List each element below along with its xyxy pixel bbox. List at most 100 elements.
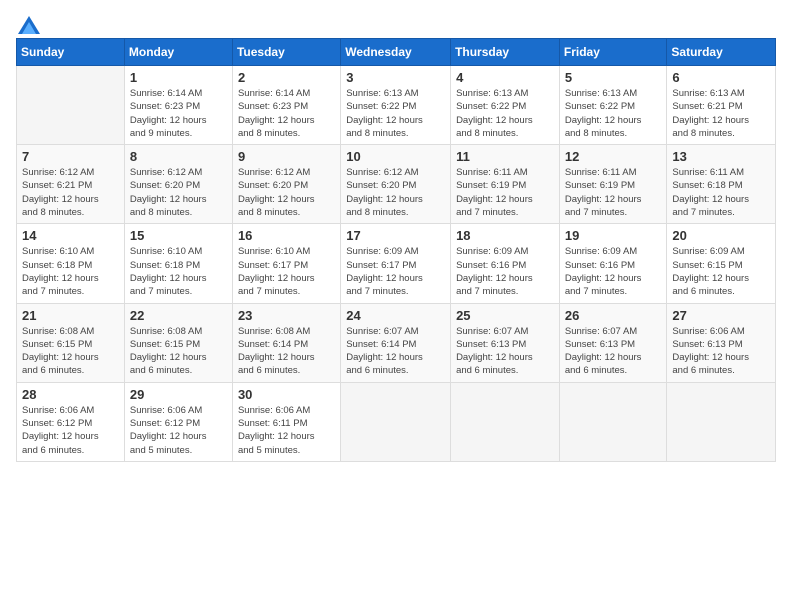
day-info: Sunrise: 6:10 AM Sunset: 6:18 PM Dayligh… [22, 245, 119, 298]
day-info: Sunrise: 6:13 AM Sunset: 6:22 PM Dayligh… [346, 87, 445, 140]
calendar-cell: 15Sunrise: 6:10 AM Sunset: 6:18 PM Dayli… [124, 224, 232, 303]
calendar-cell: 23Sunrise: 6:08 AM Sunset: 6:14 PM Dayli… [232, 303, 340, 382]
day-info: Sunrise: 6:08 AM Sunset: 6:15 PM Dayligh… [22, 325, 119, 378]
day-info: Sunrise: 6:12 AM Sunset: 6:20 PM Dayligh… [346, 166, 445, 219]
calendar-cell: 30 Sunrise: 6:06 AM Sunset: 6:11 PM Dayli… [232, 382, 340, 461]
calendar-cell: 6Sunrise: 6:13 AM Sunset: 6:21 PM Daylig… [667, 66, 776, 145]
calendar-cell: 1 Sunrise: 6:14 AM Sunset: 6:23 PM Daylig… [124, 66, 232, 145]
day-info: Sunrise: 6:09 AM Sunset: 6:16 PM Dayligh… [565, 245, 662, 298]
day-number: 12 [565, 149, 662, 164]
day-number: 25 [456, 308, 554, 323]
calendar-cell: 24Sunrise: 6:07 AM Sunset: 6:14 PM Dayli… [341, 303, 451, 382]
day-info: Sunrise: 6:09 AM Sunset: 6:17 PM Dayligh… [346, 245, 445, 298]
calendar-cell: 27 Sunrise: 6:06 AM Sunset: 6:13 PM Dayli… [667, 303, 776, 382]
weekday-header-friday: Friday [559, 39, 667, 66]
day-number: 14 [22, 228, 119, 243]
calendar-week-row: 7 Sunrise: 6:12 AM Sunset: 6:21 PM Daylig… [17, 145, 776, 224]
day-info: Sunrise: 6:06 AM Sunset: 6:12 PM Dayligh… [22, 404, 119, 457]
day-number: 24 [346, 308, 445, 323]
day-number: 1 [130, 70, 227, 85]
day-number: 9 [238, 149, 335, 164]
calendar-cell [559, 382, 667, 461]
day-info: Sunrise: 6:06 AM Sunset: 6:11 PM Dayligh… [238, 404, 335, 457]
logo-icon [18, 16, 40, 34]
day-info: Sunrise: 6:07 AM Sunset: 6:13 PM Dayligh… [565, 325, 662, 378]
day-info: Sunrise: 6:07 AM Sunset: 6:13 PM Dayligh… [456, 325, 554, 378]
calendar-week-row: 28 Sunrise: 6:06 AM Sunset: 6:12 PM Dayli… [17, 382, 776, 461]
day-number: 8 [130, 149, 227, 164]
day-number: 20 [672, 228, 770, 243]
day-number: 19 [565, 228, 662, 243]
calendar-week-row: 14 Sunrise: 6:10 AM Sunset: 6:18 PM Dayli… [17, 224, 776, 303]
day-info: Sunrise: 6:09 AM Sunset: 6:16 PM Dayligh… [456, 245, 554, 298]
day-info: Sunrise: 6:12 AM Sunset: 6:21 PM Dayligh… [22, 166, 119, 219]
day-info: Sunrise: 6:11 AM Sunset: 6:19 PM Dayligh… [565, 166, 662, 219]
calendar-cell: 3 Sunrise: 6:13 AM Sunset: 6:22 PM Daylig… [341, 66, 451, 145]
day-number: 4 [456, 70, 554, 85]
calendar-table: SundayMondayTuesdayWednesdayThursdayFrid… [16, 38, 776, 462]
calendar-cell: 2Sunrise: 6:14 AM Sunset: 6:23 PM Daylig… [232, 66, 340, 145]
day-number: 17 [346, 228, 445, 243]
day-number: 16 [238, 228, 335, 243]
calendar-cell [451, 382, 560, 461]
calendar-cell: 28 Sunrise: 6:06 AM Sunset: 6:12 PM Dayli… [17, 382, 125, 461]
calendar-cell: 12 Sunrise: 6:11 AM Sunset: 6:19 PM Dayli… [559, 145, 667, 224]
weekday-header-wednesday: Wednesday [341, 39, 451, 66]
calendar-week-row: 1 Sunrise: 6:14 AM Sunset: 6:23 PM Daylig… [17, 66, 776, 145]
calendar-cell: 7 Sunrise: 6:12 AM Sunset: 6:21 PM Daylig… [17, 145, 125, 224]
day-number: 30 [238, 387, 335, 402]
calendar-body: 1 Sunrise: 6:14 AM Sunset: 6:23 PM Daylig… [17, 66, 776, 462]
weekday-header-monday: Monday [124, 39, 232, 66]
calendar-cell: 14 Sunrise: 6:10 AM Sunset: 6:18 PM Dayli… [17, 224, 125, 303]
day-info: Sunrise: 6:13 AM Sunset: 6:22 PM Dayligh… [456, 87, 554, 140]
calendar-cell: 16 Sunrise: 6:10 AM Sunset: 6:17 PM Dayli… [232, 224, 340, 303]
calendar-cell: 4 Sunrise: 6:13 AM Sunset: 6:22 PM Daylig… [451, 66, 560, 145]
weekday-header-thursday: Thursday [451, 39, 560, 66]
day-number: 10 [346, 149, 445, 164]
day-info: Sunrise: 6:14 AM Sunset: 6:23 PM Dayligh… [130, 87, 227, 140]
day-info: Sunrise: 6:11 AM Sunset: 6:18 PM Dayligh… [672, 166, 770, 219]
day-number: 5 [565, 70, 662, 85]
day-info: Sunrise: 6:13 AM Sunset: 6:22 PM Dayligh… [565, 87, 662, 140]
weekday-header-saturday: Saturday [667, 39, 776, 66]
calendar-week-row: 21 Sunrise: 6:08 AM Sunset: 6:15 PM Dayli… [17, 303, 776, 382]
calendar-cell [17, 66, 125, 145]
calendar-cell: 19 Sunrise: 6:09 AM Sunset: 6:16 PM Dayli… [559, 224, 667, 303]
day-info: Sunrise: 6:12 AM Sunset: 6:20 PM Dayligh… [130, 166, 227, 219]
calendar-cell: 26Sunrise: 6:07 AM Sunset: 6:13 PM Dayli… [559, 303, 667, 382]
day-info: Sunrise: 6:13 AM Sunset: 6:21 PM Dayligh… [672, 87, 770, 140]
day-info: Sunrise: 6:10 AM Sunset: 6:18 PM Dayligh… [130, 245, 227, 298]
calendar-cell: 29 Sunrise: 6:06 AM Sunset: 6:12 PM Dayli… [124, 382, 232, 461]
day-info: Sunrise: 6:08 AM Sunset: 6:15 PM Dayligh… [130, 325, 227, 378]
day-info: Sunrise: 6:12 AM Sunset: 6:20 PM Dayligh… [238, 166, 335, 219]
calendar-cell [667, 382, 776, 461]
day-number: 27 [672, 308, 770, 323]
calendar-cell: 22 Sunrise: 6:08 AM Sunset: 6:15 PM Dayli… [124, 303, 232, 382]
calendar-cell: 9 Sunrise: 6:12 AM Sunset: 6:20 PM Daylig… [232, 145, 340, 224]
day-info: Sunrise: 6:06 AM Sunset: 6:13 PM Dayligh… [672, 325, 770, 378]
calendar-cell: 17 Sunrise: 6:09 AM Sunset: 6:17 PM Dayli… [341, 224, 451, 303]
day-info: Sunrise: 6:08 AM Sunset: 6:14 PM Dayligh… [238, 325, 335, 378]
calendar-cell: 20 Sunrise: 6:09 AM Sunset: 6:15 PM Dayli… [667, 224, 776, 303]
page-header [16, 16, 776, 28]
day-number: 22 [130, 308, 227, 323]
day-number: 11 [456, 149, 554, 164]
day-info: Sunrise: 6:14 AM Sunset: 6:23 PM Dayligh… [238, 87, 335, 140]
calendar-cell: 10 Sunrise: 6:12 AM Sunset: 6:20 PM Dayli… [341, 145, 451, 224]
day-info: Sunrise: 6:09 AM Sunset: 6:15 PM Dayligh… [672, 245, 770, 298]
day-number: 21 [22, 308, 119, 323]
day-number: 3 [346, 70, 445, 85]
weekday-header-sunday: Sunday [17, 39, 125, 66]
day-info: Sunrise: 6:06 AM Sunset: 6:12 PM Dayligh… [130, 404, 227, 457]
day-info: Sunrise: 6:10 AM Sunset: 6:17 PM Dayligh… [238, 245, 335, 298]
day-number: 28 [22, 387, 119, 402]
calendar-cell: 11Sunrise: 6:11 AM Sunset: 6:19 PM Dayli… [451, 145, 560, 224]
day-number: 7 [22, 149, 119, 164]
weekday-header-tuesday: Tuesday [232, 39, 340, 66]
calendar-cell: 8 Sunrise: 6:12 AM Sunset: 6:20 PM Daylig… [124, 145, 232, 224]
day-number: 18 [456, 228, 554, 243]
calendar-cell: 18 Sunrise: 6:09 AM Sunset: 6:16 PM Dayli… [451, 224, 560, 303]
day-number: 13 [672, 149, 770, 164]
day-number: 29 [130, 387, 227, 402]
logo [16, 16, 40, 28]
